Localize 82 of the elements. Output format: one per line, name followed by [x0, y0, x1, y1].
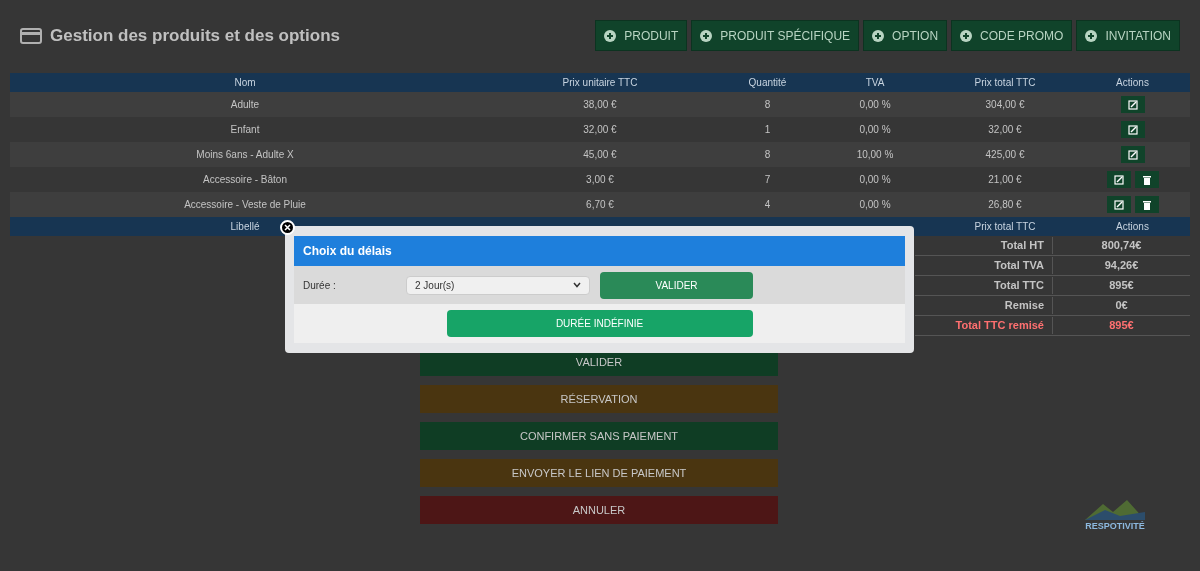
column-header: Prix total TTC [973, 76, 1037, 90]
add-button[interactable]: PRODUIT SPÉCIFIQUE [691, 20, 860, 51]
page-title: Gestion des produits et des options [50, 24, 340, 47]
column-header: Quantité [747, 76, 788, 90]
plus-circle-icon [604, 29, 617, 42]
action-button[interactable]: RÉSERVATION [420, 385, 778, 413]
table-cell-text: 7 [763, 173, 772, 187]
modal-title: Choix du délais [303, 243, 392, 260]
table-cell-text: Adulte [229, 98, 261, 112]
edit-button[interactable] [1120, 146, 1145, 163]
edit-icon [1127, 149, 1138, 160]
table-cell-text: 38,00 € [582, 98, 618, 112]
plus-circle-icon [1085, 29, 1098, 42]
chevron-down-icon [573, 282, 581, 288]
table-cell-text: 26,80 € [987, 198, 1023, 212]
column-header: Actions [1115, 220, 1150, 234]
edit-button[interactable] [1120, 96, 1145, 113]
edit-button[interactable] [1120, 121, 1145, 138]
table-cell-text: 8 [763, 98, 772, 112]
total-label: Total TTC remisé [915, 317, 1053, 334]
action-button[interactable]: CONFIRMER SANS PAIEMENT [420, 422, 778, 450]
total-label: Total HT [915, 237, 1053, 254]
total-value: 94,26€ [1103, 258, 1140, 274]
table-cell-text: 4 [763, 198, 772, 212]
total-value: 895€ [1108, 318, 1135, 334]
table-cell-text: 1 [763, 123, 772, 137]
validate-button[interactable]: VALIDER [600, 271, 753, 299]
close-icon [284, 224, 291, 231]
table-cell-text: 10,00 % [855, 148, 895, 162]
table-cell-text: 304,00 € [984, 98, 1026, 112]
plus-circle-icon [700, 29, 713, 42]
table-cell-text: 21,00 € [987, 173, 1023, 187]
table-cell-text: 0,00 % [858, 98, 892, 112]
table-cell-text: 0,00 % [858, 123, 892, 137]
add-button[interactable]: CODE PROMO [951, 20, 1073, 51]
table-cell-text: 0,00 % [858, 198, 892, 212]
total-label: Remise [915, 297, 1053, 314]
table-cell-text: Enfant [229, 123, 261, 137]
add-button[interactable]: INVITATION [1076, 20, 1180, 51]
column-header: Libellé [230, 221, 260, 232]
table-cell-text: 0,00 % [858, 173, 892, 187]
add-button[interactable]: OPTION [863, 20, 948, 51]
edit-icon [1127, 99, 1138, 110]
table-cell-text: 45,00 € [582, 148, 618, 162]
table-cell-text: 32,00 € [582, 123, 618, 137]
edit-icon [1113, 199, 1124, 210]
total-value: 0€ [1114, 298, 1129, 314]
action-button[interactable]: ANNULER [420, 496, 778, 524]
column-header: TVA [864, 76, 886, 90]
total-label: Total TTC [915, 277, 1053, 294]
table-cell-text: 3,00 € [585, 173, 615, 187]
action-button[interactable]: ENVOYER LE LIEN DE PAIEMENT [420, 459, 778, 487]
column-header: Nom [233, 76, 257, 90]
edit-icon [1127, 124, 1138, 135]
plus-circle-icon [960, 29, 973, 42]
column-header: Actions [1115, 76, 1150, 90]
credit-card-icon [20, 27, 42, 44]
duration-select[interactable]: 2 Jour(s) [406, 275, 590, 295]
add-button[interactable]: PRODUIT [595, 20, 688, 51]
table-cell-text: 32,00 € [987, 123, 1023, 137]
column-header: Prix total TTC [973, 220, 1037, 234]
edit-icon [1113, 174, 1124, 185]
table-cell-text: Accessoire - Veste de Pluie [183, 198, 307, 212]
edit-button[interactable] [1106, 196, 1131, 213]
total-value: 895€ [1108, 278, 1135, 294]
trash-icon [1141, 174, 1152, 185]
delete-button[interactable] [1134, 196, 1159, 213]
plus-circle-icon [872, 29, 885, 42]
table-cell-text: 6,70 € [585, 198, 615, 212]
delete-button[interactable] [1134, 171, 1159, 188]
total-value: 800,74€ [1100, 238, 1143, 254]
logo-text: RESPOTIVITÉ [1085, 520, 1145, 533]
field-label: Durée : [303, 278, 337, 293]
table-cell-text: 425,00 € [984, 148, 1026, 162]
mountain-logo-icon [1085, 500, 1145, 520]
table-cell-text: 8 [763, 148, 772, 162]
table-cell-text: Accessoire - Bâton [202, 173, 288, 187]
edit-button[interactable] [1106, 171, 1131, 188]
trash-icon [1141, 199, 1152, 210]
column-header: Prix unitaire TTC [561, 76, 639, 90]
total-label: Total TVA [915, 257, 1053, 274]
table-cell-text: Moins 6ans - Adulte X [195, 148, 295, 162]
